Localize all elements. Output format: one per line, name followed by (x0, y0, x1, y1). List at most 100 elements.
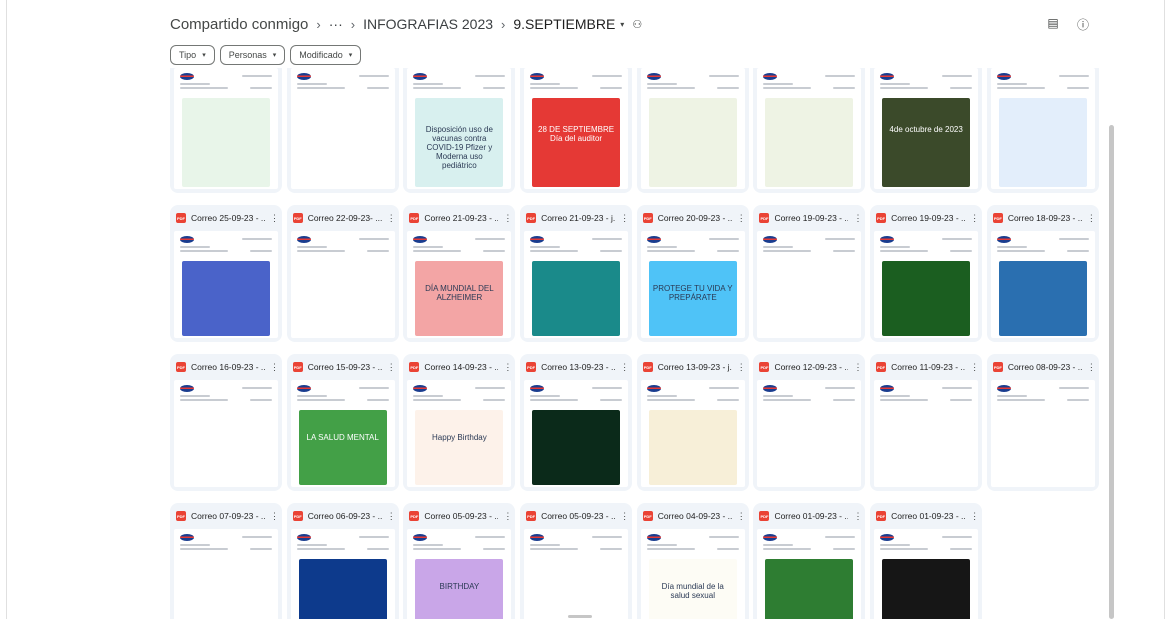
filter-chip-type[interactable]: Tipo ▾ (170, 45, 215, 65)
file-card[interactable]: PDF Correo 18-09-23 - ... ⋮ (986, 205, 1099, 342)
more-actions-icon[interactable]: ⋮ (970, 511, 979, 522)
file-thumbnail[interactable]: 4de octubre de 2023 (874, 68, 979, 189)
more-actions-icon[interactable]: ⋮ (737, 362, 746, 373)
file-card[interactable]: PDF Correo 16-09-23 - ... ⋮ (170, 354, 282, 491)
file-thumbnail[interactable] (757, 529, 862, 619)
file-card[interactable]: PDF Correo 21-09-23 - j... ⋮ (520, 205, 633, 342)
file-thumbnail[interactable] (174, 68, 278, 189)
more-actions-icon[interactable]: ⋮ (387, 362, 396, 373)
file-card[interactable]: PDF Correo 14-09-23 - ... ⋮ Happy Birthday (403, 354, 516, 491)
more-actions-icon[interactable]: ⋮ (503, 362, 512, 373)
file-thumbnail[interactable] (874, 529, 979, 619)
file-thumbnail[interactable] (174, 231, 278, 338)
more-actions-icon[interactable]: ⋮ (1087, 362, 1096, 373)
file-thumbnail[interactable] (757, 231, 862, 338)
more-actions-icon[interactable]: ⋮ (270, 213, 279, 224)
file-thumbnail[interactable] (874, 231, 979, 338)
file-thumbnail[interactable] (640, 68, 745, 189)
more-actions-icon[interactable]: ⋮ (503, 511, 512, 522)
file-card[interactable]: PDF Correo 19-09-23 - ... ⋮ (870, 205, 983, 342)
more-actions-icon[interactable]: ⋮ (1087, 213, 1096, 224)
file-thumbnail[interactable] (990, 68, 1095, 189)
file-card[interactable]: PDF Correo 05-09-23 - ... ⋮ BIRTHDAY (403, 503, 516, 619)
more-actions-icon[interactable]: ⋮ (620, 362, 629, 373)
file-card[interactable] (170, 68, 282, 193)
file-thumbnail[interactable]: 28 DE SEPTIEMBRE Día del auditor (524, 68, 629, 189)
file-thumbnail[interactable] (524, 380, 629, 487)
file-card[interactable]: PDF Correo 01-09-23 - ... ⋮ (870, 503, 983, 619)
list-view-icon[interactable]: ▤ (1046, 16, 1060, 33)
file-thumbnail[interactable]: PROTEGE TU VIDA Y PREPÁRATE (640, 231, 745, 338)
file-card[interactable]: PDF Correo 25-09-23 - ... ⋮ (170, 205, 282, 342)
file-thumbnail[interactable] (757, 68, 862, 189)
people-icon[interactable]: ⚇ (632, 18, 642, 31)
file-thumbnail[interactable] (640, 380, 745, 487)
more-actions-icon[interactable]: ⋮ (387, 511, 396, 522)
file-thumbnail[interactable] (524, 231, 629, 338)
file-card[interactable]: 4de octubre de 2023 (870, 68, 983, 193)
file-card[interactable] (636, 68, 749, 193)
file-card[interactable]: PDF Correo 04-09-23 - ... ⋮ Día mundial de … (636, 503, 749, 619)
more-actions-icon[interactable]: ⋮ (387, 213, 396, 224)
filter-chip-modified[interactable]: Modificado ▾ (290, 45, 362, 65)
pdf-file-icon: PDF (176, 511, 186, 521)
horizontal-scroll-indicator[interactable] (568, 615, 592, 618)
file-card[interactable]: PDF Correo 13-09-23 - j... ⋮ (636, 354, 749, 491)
file-card[interactable]: PDF Correo 19-09-23 - ... ⋮ (753, 205, 866, 342)
file-thumbnail[interactable] (874, 380, 979, 487)
file-thumbnail[interactable] (990, 231, 1095, 338)
file-thumbnail[interactable] (757, 380, 862, 487)
info-icon[interactable]: ⓘ (1076, 16, 1090, 33)
file-card[interactable]: PDF Correo 21-09-23 - ... ⋮ DÍA MUNDIAL DEL… (403, 205, 516, 342)
more-actions-icon[interactable]: ⋮ (853, 362, 862, 373)
file-thumbnail[interactable]: LA SALUD MENTAL (290, 380, 395, 487)
file-card[interactable] (753, 68, 866, 193)
file-thumbnail[interactable] (174, 529, 278, 619)
file-thumbnail[interactable] (174, 380, 278, 487)
breadcrumb-root[interactable]: Compartido conmigo (170, 16, 308, 33)
more-actions-icon[interactable]: ⋮ (620, 511, 629, 522)
more-actions-icon[interactable]: ⋮ (503, 213, 512, 224)
file-card[interactable]: PDF Correo 08-09-23 - ... ⋮ (986, 354, 1099, 491)
more-actions-icon[interactable]: ⋮ (270, 511, 279, 522)
file-card[interactable]: Disposición uso de vacunas contra COVID-… (403, 68, 516, 193)
file-card[interactable]: PDF Correo 12-09-23 - ... ⋮ (753, 354, 866, 491)
file-card[interactable]: PDF Correo 05-09-23 - ... ⋮ (520, 503, 633, 619)
file-card[interactable]: PDF Correo 07-09-23 - ... ⋮ (170, 503, 282, 619)
file-card[interactable]: 28 DE SEPTIEMBRE Día del auditor (520, 68, 633, 193)
filter-chip-people[interactable]: Personas ▾ (219, 45, 286, 65)
breadcrumb-ellipsis[interactable]: ··· (329, 16, 343, 32)
more-actions-icon[interactable]: ⋮ (970, 362, 979, 373)
more-actions-icon[interactable]: ⋮ (853, 213, 862, 224)
file-thumbnail[interactable] (290, 529, 395, 619)
file-thumbnail[interactable]: Día mundial de la salud sexual (640, 529, 745, 619)
file-thumbnail[interactable] (290, 68, 395, 189)
file-thumbnail[interactable] (290, 231, 395, 338)
file-card[interactable]: PDF Correo 01-09-23 - ... ⋮ (753, 503, 866, 619)
file-thumbnail[interactable] (990, 380, 1095, 487)
file-card[interactable]: PDF Correo 06-09-23 - ... ⋮ (286, 503, 399, 619)
file-thumbnail[interactable] (524, 529, 629, 619)
more-actions-icon[interactable]: ⋮ (737, 511, 746, 522)
more-actions-icon[interactable]: ⋮ (853, 511, 862, 522)
breadcrumb-folder[interactable]: INFOGRAFIAS 2023 (363, 16, 493, 32)
more-actions-icon[interactable]: ⋮ (970, 213, 979, 224)
file-card[interactable]: PDF Correo 20-09-23 - ... ⋮ PROTEGE TU VIDA… (636, 205, 749, 342)
file-thumbnail[interactable]: DÍA MUNDIAL DEL ALZHEIMER (407, 231, 512, 338)
file-card[interactable]: PDF Correo 13-09-23 - ... ⋮ (520, 354, 633, 491)
thumbnail-text-line (763, 395, 794, 397)
file-card[interactable]: PDF Correo 15-09-23 - ... ⋮ LA SALUD MENTAL (286, 354, 399, 491)
more-actions-icon[interactable]: ⋮ (620, 213, 629, 224)
file-card[interactable] (986, 68, 1099, 193)
more-actions-icon[interactable]: ⋮ (737, 213, 746, 224)
file-card[interactable]: PDF Correo 11-09-23 - ... ⋮ (870, 354, 983, 491)
file-card[interactable] (286, 68, 399, 193)
breadcrumb-current-folder[interactable]: 9.SEPTIEMBRE ▾ (513, 16, 624, 32)
file-thumbnail[interactable]: Happy Birthday (407, 380, 512, 487)
vertical-scrollbar[interactable] (1109, 125, 1114, 619)
file-thumbnail[interactable]: Disposición uso de vacunas contra COVID-… (407, 68, 512, 189)
more-actions-icon[interactable]: ⋮ (270, 362, 279, 373)
file-card[interactable]: PDF Correo 22-09-23- ... ⋮ (286, 205, 399, 342)
file-thumbnail[interactable]: BIRTHDAY (407, 529, 512, 619)
pdf-file-icon: PDF (526, 362, 537, 372)
